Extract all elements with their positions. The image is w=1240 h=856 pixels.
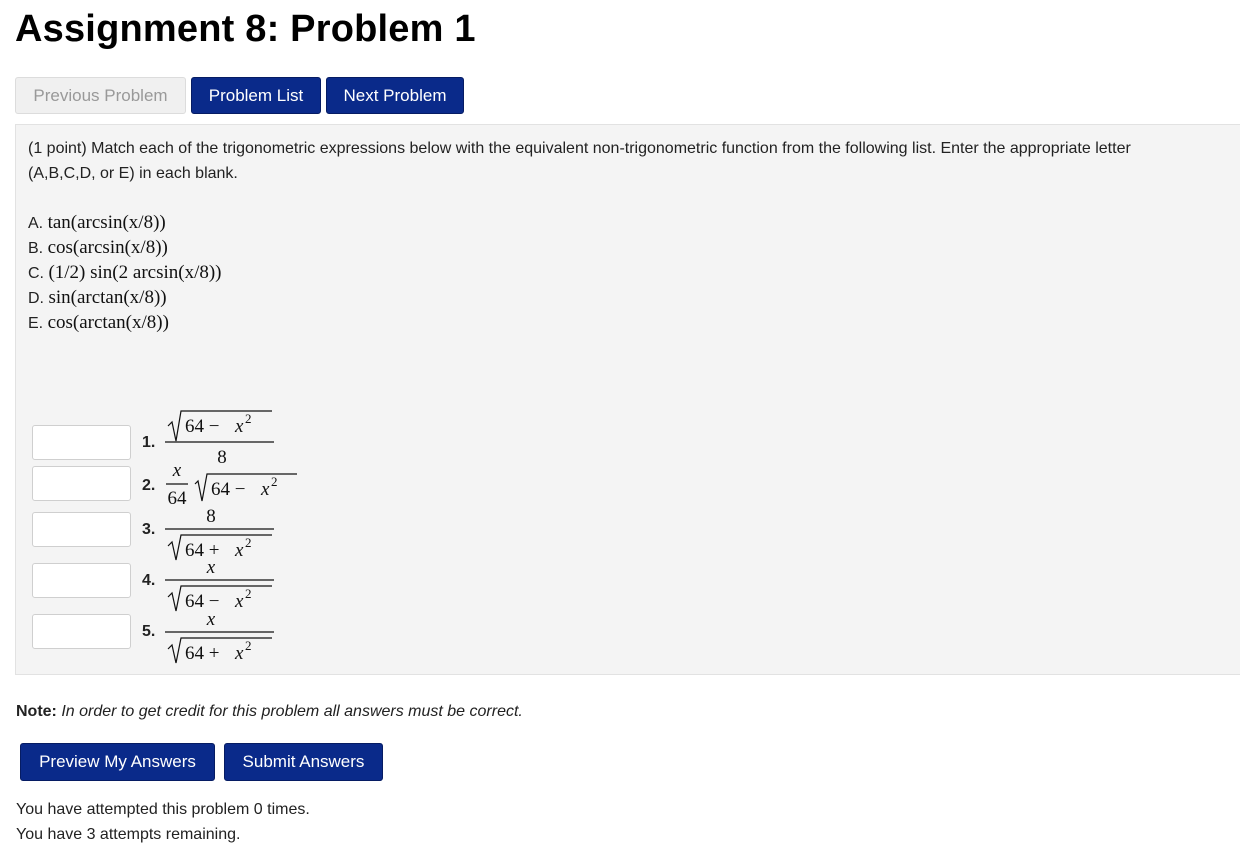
attempts-remaining: You have 3 attempts remaining. [16, 826, 241, 843]
answer-input-5[interactable] [32, 614, 131, 649]
instructions-line-2: (A,B,C,D, or E) in each blank. [28, 165, 238, 182]
problem-body: (1 point) Match each of the trigonometri… [15, 124, 1240, 675]
option-b: B. cos(arcsin(x/8)) [28, 235, 168, 260]
answer-number-4: 4. [142, 572, 156, 589]
preview-answers-button[interactable]: Preview My Answers [20, 743, 215, 781]
option-expression: cos(arcsin(x/8)) [47, 237, 168, 258]
exponent-2: 2 [245, 535, 252, 550]
answer-input-4[interactable] [32, 563, 131, 598]
previous-problem-button: Previous Problem [15, 77, 186, 114]
answer-number-3: 3. [142, 521, 156, 538]
answer-number-1: 1. [142, 434, 156, 451]
exponent-2: 2 [245, 638, 252, 653]
answer-input-2[interactable] [32, 466, 131, 501]
var-x: x [234, 416, 244, 437]
answer-input-1[interactable] [32, 425, 131, 460]
radical-sign [167, 637, 272, 664]
numerator-x: x [172, 460, 182, 481]
radicand-text: 64 − [185, 416, 219, 437]
attempts-status: You have attempted this problem 0 times. [16, 801, 310, 818]
option-c: C. (1/2) sin(2 arcsin(x/8)) [28, 260, 222, 285]
problem-list-button[interactable]: Problem List [191, 77, 321, 114]
note-text: In order to get credit for this problem … [61, 703, 523, 720]
submit-answers-button[interactable]: Submit Answers [224, 743, 383, 781]
problem-instructions: (1 point) Match each of the trigonometri… [28, 136, 1240, 186]
answer-number-2: 2. [142, 477, 156, 494]
option-letter: C. [28, 265, 44, 282]
option-letter: A. [28, 215, 44, 232]
var-x: x [260, 479, 270, 500]
note-label: Note: [16, 703, 57, 720]
option-expression: tan(arcsin(x/8)) [47, 212, 166, 233]
exponent-2: 2 [245, 411, 252, 426]
next-problem-button[interactable]: Next Problem [326, 77, 464, 114]
page-title: Assignment 8: Problem 1 [15, 8, 476, 50]
option-expression: sin(arctan(x/8)) [48, 287, 167, 308]
exponent-2: 2 [271, 474, 278, 489]
option-a: A. tan(arcsin(x/8)) [28, 210, 166, 235]
option-expression: (1/2) sin(2 arcsin(x/8)) [48, 262, 222, 283]
instructions-line-1: (1 point) Match each of the trigonometri… [28, 140, 1131, 157]
numerator-x: x [206, 609, 216, 630]
radicand-text: 64 − [211, 479, 245, 500]
option-letter: D. [28, 290, 44, 307]
option-letter: E. [28, 315, 44, 332]
credit-note: Note: In order to get credit for this pr… [16, 703, 523, 721]
exponent-2: 2 [245, 586, 252, 601]
option-expression: cos(arctan(x/8)) [47, 312, 169, 333]
expression-5: x 64 + x 2 [165, 609, 274, 664]
option-letter: B. [28, 240, 44, 257]
numerator-x: x [206, 557, 216, 578]
numerator-8: 8 [206, 506, 216, 527]
answer-number-5: 5. [142, 623, 156, 640]
radical-sign [167, 410, 272, 442]
option-d: D. sin(arctan(x/8)) [28, 285, 167, 310]
var-x: x [234, 643, 244, 664]
answer-input-3[interactable] [32, 512, 131, 547]
radicand-text: 64 + [185, 643, 219, 664]
option-e: E. cos(arctan(x/8)) [28, 310, 169, 335]
